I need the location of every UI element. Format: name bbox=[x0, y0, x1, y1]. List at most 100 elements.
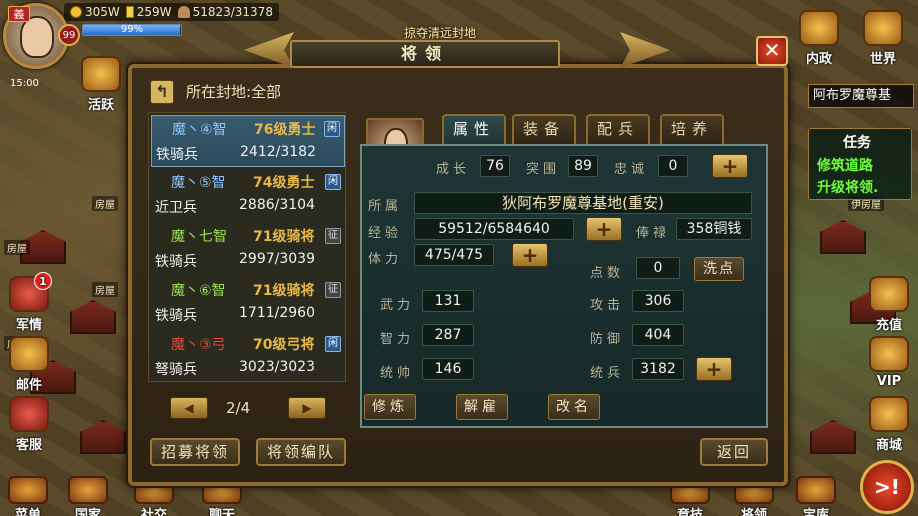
exp-label: 经验 bbox=[368, 226, 403, 241]
interior-button[interactable]: 内政 bbox=[794, 10, 844, 67]
recruit-button[interactable]: 招募将领 bbox=[150, 438, 240, 466]
general-level: 71级骑将 bbox=[253, 283, 315, 299]
status-tag: 闲 bbox=[325, 336, 341, 352]
reset-points-button[interactable]: 洗点 bbox=[694, 257, 744, 281]
globe-icon bbox=[863, 10, 903, 46]
dialog-title: 将领 bbox=[290, 40, 560, 68]
general-name: 魔丶④智 bbox=[172, 122, 227, 138]
shop-label: 商城 bbox=[875, 438, 902, 453]
troop-type: 近卫兵 bbox=[155, 200, 197, 216]
page-indicator: 2/4 bbox=[226, 399, 251, 417]
troop-type: 铁骑兵 bbox=[155, 254, 197, 270]
house-building[interactable] bbox=[810, 420, 856, 454]
troop-count: 3023/3023 bbox=[239, 359, 315, 375]
task-item[interactable]: 修筑道路 bbox=[817, 155, 873, 175]
dismiss-button[interactable]: 解雇 bbox=[456, 394, 508, 420]
quick-action-button[interactable]: >! bbox=[860, 460, 914, 514]
assault-label: 突围 bbox=[526, 162, 561, 177]
treasury-button[interactable]: 宝库 bbox=[790, 476, 842, 516]
tab-troops[interactable]: 配兵 bbox=[586, 114, 650, 144]
event-banner[interactable]: 掠夺清远封地 bbox=[404, 24, 476, 41]
general-row[interactable]: 魔丶③弓 70级弓将 闲 弩骑兵 3023/3023 bbox=[151, 331, 345, 383]
notification-badge: 1 bbox=[34, 272, 52, 290]
country-label: 国家 bbox=[74, 508, 101, 516]
general-row[interactable]: 魔丶④智 76级勇士 闲 铁骑兵 2412/3182 bbox=[151, 115, 345, 167]
salary-label: 俸禄 bbox=[636, 226, 671, 241]
loyalty-plus-button[interactable]: + bbox=[712, 154, 748, 178]
rename-button[interactable]: 改名 bbox=[548, 394, 600, 420]
general-name: 魔丶⑥智 bbox=[171, 283, 226, 299]
vip-button[interactable]: VIP bbox=[864, 336, 914, 389]
interior-label: 内政 bbox=[805, 52, 832, 67]
troop-type: 铁骑兵 bbox=[155, 308, 197, 324]
house-building[interactable] bbox=[80, 420, 126, 454]
status-tag: 闲 bbox=[325, 174, 341, 190]
military-button[interactable]: 1 军情 bbox=[4, 272, 54, 333]
coin-icon bbox=[70, 6, 82, 18]
belong-label: 所属 bbox=[368, 199, 403, 214]
service-label: 客服 bbox=[15, 438, 42, 453]
points-label: 点数 bbox=[590, 266, 625, 281]
shop-button[interactable]: 商城 bbox=[864, 396, 914, 453]
back-arrow-icon[interactable]: ↰ bbox=[150, 80, 174, 104]
next-page-button[interactable]: ▶ bbox=[288, 397, 326, 419]
general-list: 魔丶④智 76级勇士 闲 铁骑兵 2412/3182 魔丶⑤智 74级勇士 闲 … bbox=[148, 112, 346, 382]
general-row[interactable]: 魔丶七智 71级骑将 征 铁骑兵 2997/3039 bbox=[151, 223, 345, 275]
service-button[interactable]: 客服 bbox=[4, 396, 54, 453]
tab-training[interactable]: 培养 bbox=[660, 114, 724, 144]
general-level: 74级勇士 bbox=[253, 175, 315, 191]
map-label: 房屋 bbox=[92, 282, 118, 297]
recharge-button[interactable]: 充值 bbox=[864, 276, 914, 333]
tab-equipment[interactable]: 装备 bbox=[512, 114, 576, 144]
house-building[interactable] bbox=[820, 220, 866, 254]
troop-type: 弩骑兵 bbox=[155, 362, 197, 378]
vip-icon bbox=[869, 336, 909, 372]
exp-value: 59512/6584640 bbox=[414, 218, 574, 240]
troops-cap-label: 统兵 bbox=[590, 366, 625, 381]
assault-value: 89 bbox=[568, 155, 598, 177]
active-button[interactable]: 活跃 bbox=[76, 56, 126, 113]
return-button[interactable]: 返回 bbox=[700, 438, 768, 466]
troop-count: 2886/3104 bbox=[239, 197, 315, 213]
resource-bar: 305W 259W 51823/31378 bbox=[64, 3, 279, 21]
general-row[interactable]: 魔丶⑤智 74级勇士 闲 近卫兵 2886/3104 bbox=[151, 169, 345, 221]
country-icon bbox=[68, 476, 108, 504]
train-button[interactable]: 修炼 bbox=[364, 394, 416, 420]
treasury-label: 宝库 bbox=[802, 508, 829, 516]
mail-label: 邮件 bbox=[15, 378, 42, 393]
ingot-icon bbox=[125, 6, 134, 18]
close-button[interactable]: ✕ bbox=[756, 36, 788, 66]
stamina-plus-button[interactable]: + bbox=[512, 243, 548, 267]
menu-icon bbox=[8, 476, 48, 504]
fief-filter[interactable]: 所在封地:全部 bbox=[186, 81, 281, 102]
exp-plus-button[interactable]: + bbox=[586, 217, 622, 241]
menu-button[interactable]: 菜单 bbox=[2, 476, 54, 516]
country-button[interactable]: 国家 bbox=[62, 476, 114, 516]
ingot-resource: 259W bbox=[125, 5, 172, 19]
list-pager: ◀ 2/4 ▶ bbox=[170, 395, 330, 423]
player-level-badge: 99 bbox=[58, 24, 80, 46]
troop-count: 1711/2960 bbox=[239, 305, 315, 321]
soldier-icon bbox=[177, 6, 190, 18]
task-item[interactable]: 升级将领. bbox=[817, 177, 878, 197]
prev-page-button[interactable]: ◀ bbox=[170, 397, 208, 419]
defense-value: 404 bbox=[632, 324, 684, 346]
general-name: 魔丶③弓 bbox=[171, 337, 226, 353]
general-row[interactable]: 魔丶⑥智 71级骑将 征 铁骑兵 1711/2960 bbox=[151, 277, 345, 329]
general-level: 71级骑将 bbox=[253, 229, 315, 245]
formation-button[interactable]: 将领编队 bbox=[256, 438, 346, 466]
tab-attributes[interactable]: 属性 bbox=[442, 114, 506, 144]
troops-cap-value: 3182 bbox=[632, 358, 684, 380]
mail-button[interactable]: 邮件 bbox=[4, 336, 54, 393]
generals-label: 将领 bbox=[740, 508, 767, 516]
house-building[interactable] bbox=[70, 300, 116, 334]
troops-plus-button[interactable]: + bbox=[696, 357, 732, 381]
task-panel[interactable]: 任务 修筑道路 升级将领. bbox=[808, 128, 912, 200]
loyalty-value: 0 bbox=[658, 155, 688, 177]
chat-label: 聊天 bbox=[208, 508, 235, 516]
chest-icon bbox=[81, 56, 121, 92]
current-quest-box[interactable]: 阿布罗魔尊基 bbox=[808, 84, 914, 108]
intel-label: 智力 bbox=[380, 332, 415, 347]
world-button[interactable]: 世界 bbox=[858, 10, 908, 67]
service-icon bbox=[9, 396, 49, 432]
